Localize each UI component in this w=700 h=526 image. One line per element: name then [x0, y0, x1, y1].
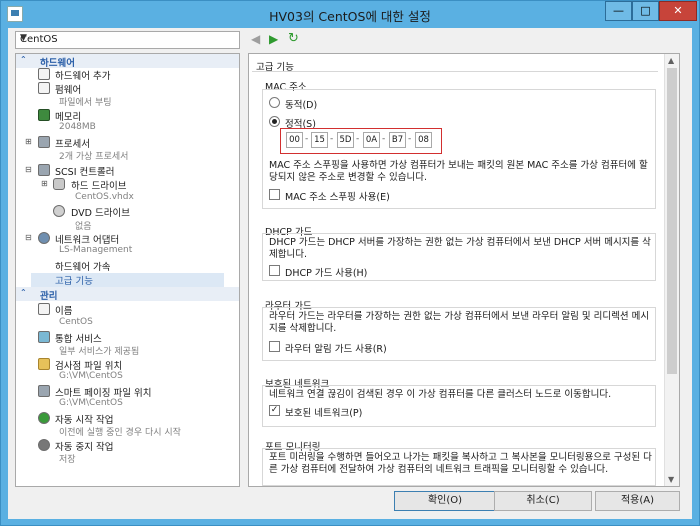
tree-item-smart-paging-location[interactable]: 스마트 페이징 파일 위치 [55, 385, 151, 399]
scsi-controller-icon [38, 164, 50, 176]
mac-dynamic-radio[interactable] [269, 97, 280, 108]
management-header: 관리 [40, 291, 58, 302]
chevron-down-icon: ▼ [20, 33, 27, 43]
tree-item-memory[interactable]: 메모리 [55, 109, 81, 123]
ok-button[interactable]: 확인(O) [394, 491, 496, 511]
mac-separator: - [305, 134, 309, 144]
details-scrollbar[interactable]: ▲ ▼ [664, 54, 679, 486]
router-guard-label: 라우터 알림 가드 사용(R) [285, 344, 387, 355]
close-button[interactable]: ✕ [659, 1, 697, 21]
tree-item-name-sub: CentOS [59, 317, 93, 327]
hard-drive-icon [53, 178, 65, 190]
maximize-button[interactable]: □ [632, 1, 659, 21]
expand-icon[interactable]: ⊞ [41, 179, 48, 188]
tree-item-advanced-features[interactable]: 고급 기능 [55, 273, 93, 287]
tree-item-auto-start-sub: 이전에 실행 중인 경우 다시 시작 [59, 428, 181, 438]
integration-services-icon [38, 331, 50, 343]
tree-item-hardware-acceleration[interactable]: 하드웨어 가속 [55, 259, 110, 273]
chevron-up-icon: ⌃ [20, 55, 27, 64]
tree-item-firmware-sub: 파일에서 부팅 [59, 98, 112, 108]
protected-network-label: 보호된 네트워크(P) [285, 408, 363, 419]
smart-paging-icon [38, 385, 50, 397]
mac-octet-1[interactable]: 00 [286, 132, 303, 148]
router-guard-checkbox[interactable] [269, 341, 280, 352]
tree-item-network-adapter[interactable]: 네트워크 어댑터 [55, 232, 119, 246]
vm-selector[interactable]: CentOS ▼ [15, 31, 240, 49]
tree-item-integration-services-sub: 일부 서비스가 제공됨 [59, 347, 140, 357]
collapse-icon[interactable]: ⊟ [25, 233, 32, 242]
tree-item-name[interactable]: 이름 [55, 303, 72, 317]
window-title: HV03의 CentOS에 대한 설정 [269, 9, 431, 24]
refresh-icon[interactable]: ↻ [288, 32, 299, 46]
mac-spoof-checkbox[interactable] [269, 189, 280, 200]
scroll-thumb[interactable] [667, 68, 677, 374]
heading-divider [252, 71, 658, 73]
tree-item-dvd-drive-sub: 없음 [75, 222, 92, 232]
mac-separator: - [356, 134, 360, 144]
chevron-up-icon: ⌃ [20, 288, 27, 297]
auto-stop-icon [38, 439, 50, 451]
settings-window: HV03의 CentOS에 대한 설정 — □ ✕ CentOS ▼ ◀ ▶ ↻… [0, 0, 700, 526]
name-icon [38, 303, 50, 315]
mac-octet-4[interactable]: 0A [363, 132, 380, 148]
tree-item-checkpoint-location-sub: G:\VM\CentOS [59, 371, 123, 381]
collapse-icon[interactable]: ⊟ [25, 165, 32, 174]
tree-item-memory-sub: 2048MB [59, 122, 96, 132]
dhcp-description: DHCP 가드는 DHCP 서버를 가장하는 권한 없는 가상 컴퓨터에서 보낸… [269, 237, 651, 260]
title-bar[interactable]: HV03의 CentOS에 대한 설정 — □ ✕ [1, 1, 699, 27]
mac-separator: - [408, 134, 412, 144]
tree-group-management[interactable]: ⌃ 관리 [16, 287, 239, 302]
minimize-button[interactable]: — [605, 1, 632, 21]
add-hardware-icon [38, 68, 50, 80]
mac-octet-2[interactable]: 15 [311, 132, 328, 148]
dvd-drive-icon [53, 205, 65, 217]
memory-icon [38, 109, 50, 121]
cancel-button[interactable]: 취소(C) [494, 491, 592, 511]
mac-dynamic-label: 동적(D) [285, 100, 318, 111]
mac-separator: - [382, 134, 386, 144]
tree-item-processor-sub: 2개 가상 프로세서 [59, 152, 129, 162]
dhcp-guard-label: DHCP 가드 사용(H) [285, 268, 368, 279]
network-adapter-icon [38, 232, 50, 244]
dhcp-guard-checkbox[interactable] [269, 265, 280, 276]
mac-spoof-description: MAC 주소 스푸핑을 사용하면 가상 컴퓨터가 보내는 패킷의 원본 MAC … [269, 160, 648, 183]
mac-octet-6[interactable]: 08 [415, 132, 432, 148]
scroll-up-icon[interactable]: ▲ [668, 56, 674, 65]
processor-icon [38, 136, 50, 148]
mac-octet-5[interactable]: B7 [389, 132, 406, 148]
tree-item-processor[interactable]: 프로세서 [55, 136, 90, 150]
router-description: 라우터 가드는 라우터를 가장하는 권한 없는 가상 컴퓨터에서 보낸 라우터 … [269, 311, 650, 334]
tree-item-checkpoint-location[interactable]: 검사점 파일 위치 [55, 358, 122, 372]
checkpoint-folder-icon [38, 358, 50, 370]
tree-item-add-hardware[interactable]: 하드웨어 추가 [55, 68, 110, 82]
tree-item-integration-services[interactable]: 통합 서비스 [55, 331, 102, 345]
tree-item-auto-start[interactable]: 자동 시작 작업 [55, 412, 113, 426]
protected-description: 네트워크 연결 끊김이 검색된 경우 이 가상 컴퓨터를 다른 클러스터 노드로… [269, 389, 612, 400]
scroll-down-icon[interactable]: ▼ [668, 475, 674, 484]
tree-item-network-adapter-sub: LS-Management [59, 245, 133, 255]
hardware-header: 하드웨어 [40, 58, 75, 69]
tree-item-firmware[interactable]: 펌웨어 [55, 82, 81, 96]
tree-item-hard-drive-sub: CentOS.vhdx [75, 192, 134, 202]
firmware-icon [38, 82, 50, 94]
tree-item-scsi-controller[interactable]: SCSI 컨트롤러 [55, 164, 114, 178]
protected-network-checkbox[interactable]: ✓ [269, 405, 280, 416]
tree-item-auto-stop-sub: 저장 [59, 455, 76, 465]
tree-item-smart-paging-location-sub: G:\VM\CentOS [59, 398, 123, 408]
port-monitor-description: 포트 미러링을 수행하면 들어오고 나가는 패킷을 복사하고 그 복사본을 모니… [269, 452, 652, 475]
mac-separator: - [330, 134, 334, 144]
mac-static-radio[interactable] [269, 116, 280, 127]
tree-item-auto-stop[interactable]: 자동 중지 작업 [55, 439, 113, 453]
expand-icon[interactable]: ⊞ [25, 137, 32, 146]
back-icon[interactable]: ◀ [251, 32, 260, 46]
tree-item-dvd-drive[interactable]: DVD 드라이브 [71, 205, 130, 219]
tree-item-hard-drive[interactable]: 하드 드라이브 [71, 178, 126, 192]
apply-button[interactable]: 적용(A) [595, 491, 680, 511]
mac-octet-3[interactable]: 5D [337, 132, 354, 148]
tree-group-hardware[interactable]: ⌃ 하드웨어 [16, 54, 239, 69]
forward-icon[interactable]: ▶ [269, 32, 278, 46]
auto-start-icon [38, 412, 50, 424]
mac-spoof-label: MAC 주소 스푸핑 사용(E) [285, 192, 390, 203]
